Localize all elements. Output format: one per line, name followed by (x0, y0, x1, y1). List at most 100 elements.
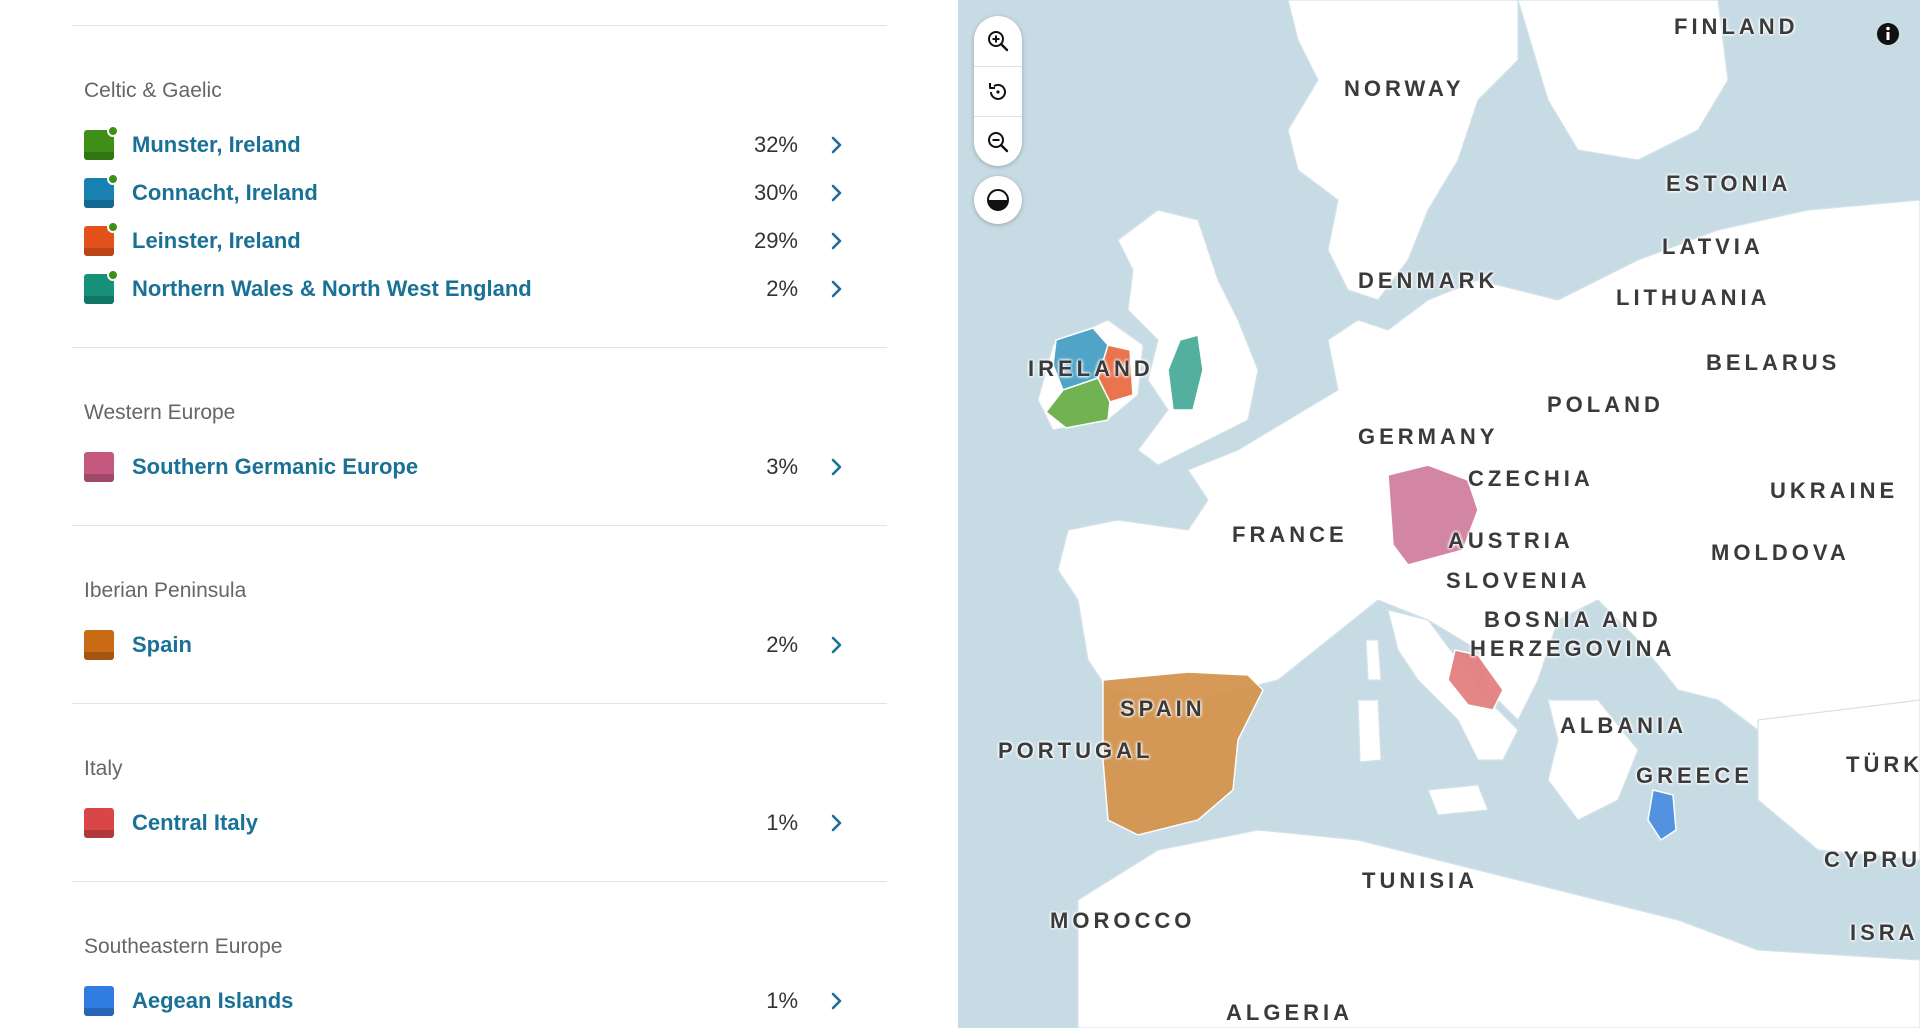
region-link[interactable]: Southern Germanic Europe (132, 454, 418, 480)
region-link[interactable]: Central Italy (132, 810, 258, 836)
group-title: Southeastern Europe (84, 935, 283, 958)
group-western-europe: Western Europe Southern Germanic Europe … (84, 398, 864, 491)
chevron-right-icon[interactable] (826, 279, 846, 299)
divider (72, 881, 887, 882)
region-swatch (84, 125, 119, 160)
chevron-right-icon[interactable] (826, 135, 846, 155)
country-label: GERMANY (1358, 424, 1499, 449)
region-percent: 1% (766, 988, 798, 1013)
country-label: LITHUANIA (1616, 285, 1771, 310)
region-row-connacht[interactable]: Connacht, Ireland 30% (84, 169, 864, 217)
region-percent: 2% (766, 632, 798, 657)
country-label: NORWAY (1344, 76, 1465, 101)
region-swatch (84, 269, 119, 304)
country-label: BOSNIA AND (1484, 607, 1662, 632)
region-percent: 29% (753, 228, 798, 253)
region-link[interactable]: Munster, Ireland (132, 132, 301, 158)
country-label: MOLDOVA (1711, 540, 1850, 565)
region-link[interactable]: Aegean Islands (132, 988, 293, 1014)
reset-view-button[interactable] (974, 66, 1022, 116)
region-percent: 2% (766, 276, 798, 301)
group-celtic-gaelic: Celtic & Gaelic Munster, Ireland 32% Con… (84, 76, 864, 313)
new-indicator-dot (107, 221, 119, 233)
country-label: TUNISIA (1362, 868, 1478, 893)
country-label: GREECE (1636, 763, 1753, 788)
country-label: PORTUGAL (998, 738, 1154, 763)
country-label: CZECHIA (1468, 466, 1594, 491)
new-indicator-dot (107, 125, 119, 137)
landmass-corsica (1365, 639, 1382, 681)
chevron-right-icon[interactable] (826, 991, 846, 1011)
country-label: AUSTRIA (1448, 528, 1574, 553)
zoom-out-icon (988, 131, 1009, 152)
country-label: SPAIN (1120, 696, 1206, 721)
country-label: ALBANIA (1560, 713, 1687, 738)
chevron-right-icon[interactable] (826, 813, 846, 833)
region-row-central-italy[interactable]: Central Italy 1% (84, 799, 864, 847)
region-overlay-aegean-islands (1647, 789, 1677, 842)
region-row-aegean-islands[interactable]: Aegean Islands 1% (84, 977, 864, 1025)
new-indicator-dot (107, 269, 119, 281)
group-title: Italy (84, 757, 123, 780)
zoom-in-icon (988, 31, 1009, 52)
country-label: CYPRU (1824, 847, 1920, 872)
group-italy: Italy Central Italy 1% (84, 754, 864, 847)
region-swatch (84, 986, 114, 1016)
region-link[interactable]: Leinster, Ireland (132, 228, 301, 254)
zoom-out-button[interactable] (974, 116, 1022, 166)
chevron-right-icon[interactable] (826, 457, 846, 477)
region-row-leinster[interactable]: Leinster, Ireland 29% (84, 217, 864, 265)
country-label: ALGERIA (1226, 1000, 1353, 1025)
landmass-sardinia (1357, 699, 1382, 763)
group-title: Western Europe (84, 401, 236, 424)
ethnicity-map[interactable]: FINLAND NORWAY ESTONIA LATVIA DENMARK LI… (958, 0, 1920, 1028)
divider (72, 703, 887, 704)
landmass-north-africa (1077, 829, 1920, 1028)
divider (72, 525, 887, 526)
landmass-sicily (1427, 784, 1489, 816)
region-row-southern-germanic[interactable]: Southern Germanic Europe 3% (84, 443, 864, 491)
group-title: Iberian Peninsula (84, 579, 247, 602)
region-link[interactable]: Northern Wales & North West England (132, 276, 532, 302)
zoom-in-button[interactable] (974, 16, 1022, 66)
region-row-munster[interactable]: Munster, Ireland 32% (84, 121, 864, 169)
country-label: TÜRK (1846, 752, 1920, 777)
region-swatch (84, 630, 114, 660)
region-percent: 32% (753, 132, 798, 157)
country-label: FRANCE (1232, 522, 1348, 547)
group-southeastern-europe: Southeastern Europe Aegean Islands 1% (84, 932, 864, 1025)
chevron-right-icon[interactable] (826, 231, 846, 251)
region-percent: 30% (753, 180, 798, 205)
new-indicator-dot (107, 173, 119, 185)
region-percent: 3% (766, 454, 798, 479)
landmass-scandinavia (1287, 0, 1519, 301)
country-label: MOROCCO (1050, 908, 1196, 933)
divider (72, 347, 887, 348)
region-swatch (84, 221, 119, 256)
country-label: UKRAINE (1770, 478, 1899, 503)
region-row-northern-wales[interactable]: Northern Wales & North West England 2% (84, 265, 864, 313)
region-row-spain[interactable]: Spain 2% (84, 621, 864, 669)
region-swatch (84, 452, 114, 482)
ancestry-results-panel: Celtic & Gaelic Munster, Ireland 32% Con… (0, 0, 958, 1028)
chevron-right-icon[interactable] (826, 183, 846, 203)
country-label: HERZEGOVINA (1470, 636, 1676, 661)
country-label: ISRA (1850, 920, 1919, 945)
country-label: DENMARK (1358, 268, 1499, 293)
chevron-right-icon[interactable] (826, 635, 846, 655)
region-link[interactable]: Spain (132, 632, 192, 658)
country-label: BELARUS (1706, 350, 1841, 375)
contrast-icon (987, 189, 1009, 211)
contrast-toggle-button[interactable] (974, 176, 1022, 224)
country-label: ESTONIA (1666, 171, 1792, 196)
region-swatch (84, 173, 119, 208)
divider (72, 25, 887, 26)
country-label: POLAND (1547, 392, 1664, 417)
info-icon[interactable] (1874, 20, 1902, 48)
group-title: Celtic & Gaelic (84, 79, 222, 102)
region-swatch (84, 808, 114, 838)
landmass-anatolia (1757, 699, 1920, 861)
reset-icon (989, 82, 1006, 100)
region-link[interactable]: Connacht, Ireland (132, 180, 318, 206)
country-label: LATVIA (1662, 234, 1764, 259)
